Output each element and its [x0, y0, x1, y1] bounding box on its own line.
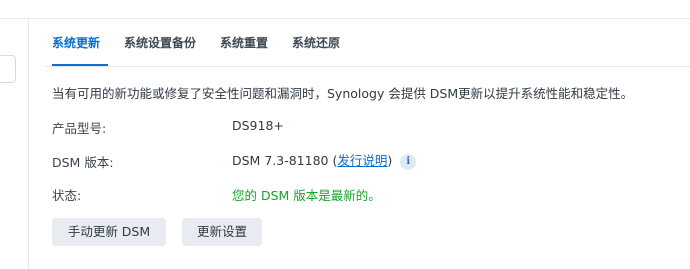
status-value: 您的 DSM 版本是最新的。 — [232, 188, 381, 203]
sidebar-search-input[interactable] — [0, 55, 16, 83]
tab-system-reset[interactable]: 系统重置 — [220, 34, 268, 51]
tab-bar: 系统更新 系统设置备份 系统重置 系统还原 — [45, 19, 690, 67]
version-paren-open: ( — [328, 153, 338, 168]
info-icon[interactable]: i — [400, 154, 417, 170]
tab-system-update[interactable]: 系统更新 — [52, 34, 100, 51]
left-sidebar — [0, 19, 29, 269]
window-top-bar — [0, 0, 690, 19]
manual-update-button[interactable]: 手动更新 DSM — [52, 218, 166, 246]
version-paren-close: ) — [387, 153, 393, 168]
version-label: DSM 版本: — [52, 155, 114, 170]
version-value: DSM 7.3-81180 — [232, 153, 329, 168]
status-label: 状态: — [52, 188, 82, 203]
update-panel: 系统更新 系统设置备份 系统重置 系统还原 当有可用的新功能或修复了安全性问题和… — [29, 19, 690, 269]
tab-system-restore[interactable]: 系统还原 — [292, 34, 340, 51]
release-notes-link[interactable]: 发行说明 — [337, 153, 387, 168]
tab-settings-backup[interactable]: 系统设置备份 — [124, 34, 196, 51]
model-value: DS918+ — [232, 118, 284, 133]
version-value-row: DSM 7.3-81180 (发行说明) i — [232, 150, 417, 170]
update-description: 当有可用的新功能或修复了安全性问题和漏洞时，Synology 会提供 DSM更新… — [52, 86, 634, 101]
update-settings-button[interactable]: 更新设置 — [182, 218, 262, 246]
model-label: 产品型号: — [52, 121, 107, 136]
active-tab-indicator — [52, 64, 108, 66]
